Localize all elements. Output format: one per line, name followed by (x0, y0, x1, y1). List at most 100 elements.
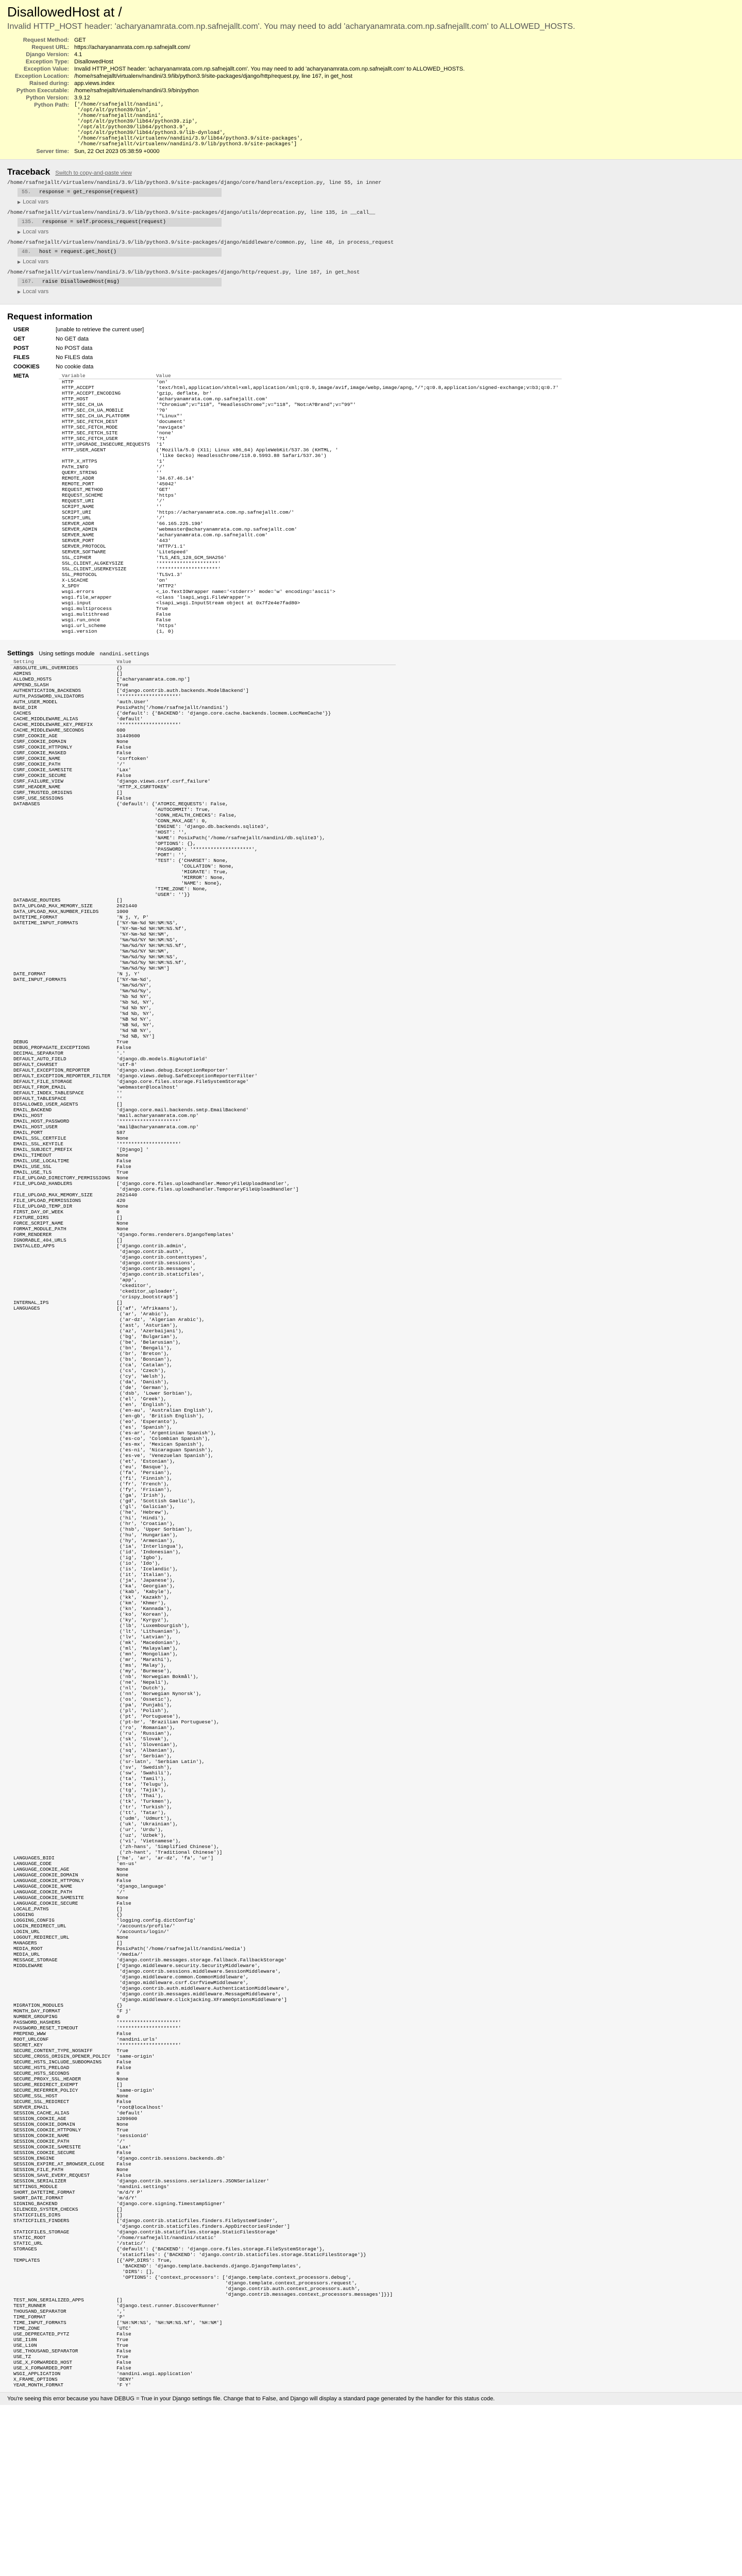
setting-name: ABSOLUTE_URL_OVERRIDES (13, 665, 78, 671)
explanation-text: You're seeing this error because you hav… (7, 2396, 495, 2402)
setting-value: '********************' (116, 2025, 181, 2031)
request-value: No FILES data (56, 354, 93, 361)
local-vars-toggle[interactable]: ▶ Local vars (18, 229, 735, 235)
setting-name: EMAIL_HOST_USER (13, 1124, 58, 1130)
frame-context-line[interactable]: 167. raise DisallowedHost(msg) (18, 278, 222, 286)
setting-row: FORCE_SCRIPT_NAME None (10, 1221, 396, 1226)
meta-var-row: SSL_CLIENT_ALGKEYSIZE '******************… (59, 561, 562, 566)
triangle-right-icon: ▶ (18, 200, 21, 205)
local-vars-toggle[interactable]: ▶ Local vars (18, 259, 735, 265)
setting-name: DECIMAL_SEPARATOR (13, 1050, 63, 1056)
meta-var-value: '********************' (156, 561, 221, 566)
setting-row: LANGUAGE_COOKIE_HTTPONLY False (10, 1878, 396, 1884)
setting-row: DEBUG_PROPAGATE_EXCEPTIONS False (10, 1045, 396, 1050)
setting-row: CSRF_USE_SESSIONS False (10, 795, 396, 801)
setting-row: DEFAULT_EXCEPTION_REPORTER 'django.views.… (10, 1067, 396, 1073)
setting-name: CSRF_HEADER_NAME (13, 784, 61, 790)
setting-value: 'Lax' (116, 2144, 131, 2150)
setting-row: SHORT_DATE_FORMAT 'm/d/Y' (10, 2195, 396, 2201)
meta-var-row: HTTP_SEC_CH_UA '"Chromium";v="118", "Head… (59, 402, 562, 408)
setting-value: False (116, 1901, 131, 1906)
setting-row: FIXTURE_DIRS [] (10, 1215, 396, 1221)
meta-var-row: wsgi.file_wrapper <class 'lsapi_wsgi.File… (59, 595, 562, 600)
setting-value: ['django.core.files.uploadhandler.Memory… (116, 1181, 299, 1192)
local-vars-toggle[interactable]: ▶ Local vars (18, 199, 735, 205)
meta-var-row: wsgi.multiprocess True (59, 606, 562, 612)
setting-name: CSRF_COOKIE_NAME (13, 756, 61, 761)
meta-var-row: wsgi.url_scheme 'https' (59, 623, 562, 629)
meta-var-row: wsgi.version (1, 0) (59, 629, 562, 634)
setting-value: [] (116, 897, 123, 903)
setting-row: USE_THOUSAND_SEPARATOR False (10, 2348, 396, 2354)
setting-row: INSTALLED_APPS ['django.contrib.admin', '… (10, 1243, 396, 1300)
setting-value: True (116, 1170, 128, 1175)
setting-name: CSRF_COOKIE_SAMESITE (13, 767, 73, 773)
setting-value: {} (116, 665, 123, 671)
meta-var-value: 'on' (156, 578, 168, 583)
setting-name: DISALLOWED_USER_AGENTS (13, 1101, 78, 1107)
setting-name: DATE_INPUT_FORMATS (13, 977, 66, 982)
setting-name: SECURE_HSTS_SECONDS (13, 2071, 70, 2076)
meta-var-name: wsgi.errors (62, 589, 94, 595)
setting-name: EMAIL_SUBJECT_PREFIX (13, 1147, 73, 1153)
setting-name: DEFAULT_FROM_EMAIL (13, 1084, 66, 1090)
setting-row: CACHE_MIDDLEWARE_ALIAS 'default' (10, 716, 396, 722)
setting-name: LANGUAGE_CODE (13, 1861, 52, 1867)
setting-value: True (116, 2048, 128, 2054)
meta-var-name: SERVER_NAME (62, 532, 94, 538)
frame-context-line[interactable]: 48. host = request.get_host() (18, 248, 222, 257)
meta-var-value: 'HTTP2' (156, 583, 177, 589)
setting-row: DEFAULT_EXCEPTION_REPORTER_FILTER 'django… (10, 1073, 396, 1079)
meta-var-name: wsgi.multiprocess (62, 606, 112, 612)
summary-value: app.views.index (74, 80, 115, 87)
frame-context-line[interactable]: 55. response = get_response(request) (18, 188, 222, 197)
setting-name: DEBUG_PROPAGATE_EXCEPTIONS (13, 1045, 90, 1050)
summary-section: DisallowedHost at / Invalid HTTP_HOST he… (0, 0, 742, 160)
meta-var-value: 'TLS_AES_128_GCM_SHA256' (156, 555, 227, 561)
setting-name: USE_DEPRECATED_PYTZ (13, 2331, 70, 2337)
frame-context-line[interactable]: 135. response = self.process_request(requ… (18, 218, 222, 227)
setting-value: None (116, 1204, 128, 1209)
setting-value: 'm/d/Y P' (116, 2190, 143, 2195)
setting-name: CSRF_COOKIE_PATH (13, 761, 61, 767)
request-value: [unable to retrieve the current user] (56, 327, 144, 333)
setting-value: 'N j, Y' (116, 971, 140, 977)
setting-row: DECIMAL_SEPARATOR '.' (10, 1050, 396, 1056)
request-info-title: Request information (7, 312, 93, 321)
server-time-row: Server time: Sun, 22 Oct 2023 05:38:59 +… (7, 148, 467, 155)
meta-var-name: SCRIPT_URI (62, 510, 92, 515)
setting-value: [] (116, 2297, 123, 2303)
setting-row: FILE_UPLOAD_TEMP_DIR None (10, 1204, 396, 1209)
meta-var-name: PATH_INFO (62, 464, 89, 470)
setting-row: DATABASES {'default': {'ATOMIC_REQUESTS':… (10, 801, 396, 897)
meta-var-row: HTTP 'on' (59, 379, 562, 385)
meta-var-name: REMOTE_PORT (62, 481, 94, 487)
setting-row: USE_TZ True (10, 2354, 396, 2360)
setting-value: '/' (116, 2139, 126, 2144)
setting-name: LOGOUT_REDIRECT_URL (13, 1935, 70, 1940)
meta-var-name: HTTP_SEC_CH_UA_PLATFORM (62, 413, 130, 419)
setting-row: FIRST_DAY_OF_WEEK 0 (10, 1209, 396, 1215)
meta-var-value: <class 'lsapi_wsgi.FileWrapper'> (156, 595, 250, 600)
setting-row: CACHE_MIDDLEWARE_SECONDS 600 (10, 727, 396, 733)
switch-copy-paste-link[interactable]: Switch to copy-and-paste view (55, 170, 132, 176)
setting-row: SESSION_SAVE_EVERY_REQUEST False (10, 2173, 396, 2178)
setting-value: 0 (116, 1209, 120, 1215)
setting-name: CSRF_TRUSTED_ORIGINS (13, 790, 73, 795)
settings-col-setting: Setting (10, 659, 114, 665)
setting-row: STATICFILES_STORAGE 'django.contrib.stati… (10, 2229, 396, 2235)
setting-value: 'django.core.signing.TimestampSigner' (116, 2201, 226, 2207)
setting-row: STORAGES {'default': {'BACKEND': 'django.… (10, 2246, 396, 2258)
setting-row: LANGUAGE_COOKIE_AGE None (10, 1867, 396, 1872)
setting-name: STATICFILES_DIRS (13, 2212, 61, 2218)
setting-value: '/home/rsafnejallt/nandini/static' (116, 2235, 216, 2241)
setting-value: 'django.db.models.BigAutoField' (116, 1056, 208, 1062)
meta-var-row: REMOTE_PORT '45042' (59, 481, 562, 487)
meta-var-name: HTTP_SEC_FETCH_DEST (62, 419, 118, 425)
setting-name: LOGIN_URL (13, 1929, 40, 1935)
setting-value: [] (116, 671, 123, 676)
setting-name: SESSION_ENGINE (13, 2156, 55, 2161)
local-vars-toggle[interactable]: ▶ Local vars (18, 289, 735, 295)
setting-row: MESSAGE_STORAGE 'django.contrib.messages.… (10, 1957, 396, 1963)
setting-value: 'webmaster@localhost' (116, 1084, 178, 1090)
